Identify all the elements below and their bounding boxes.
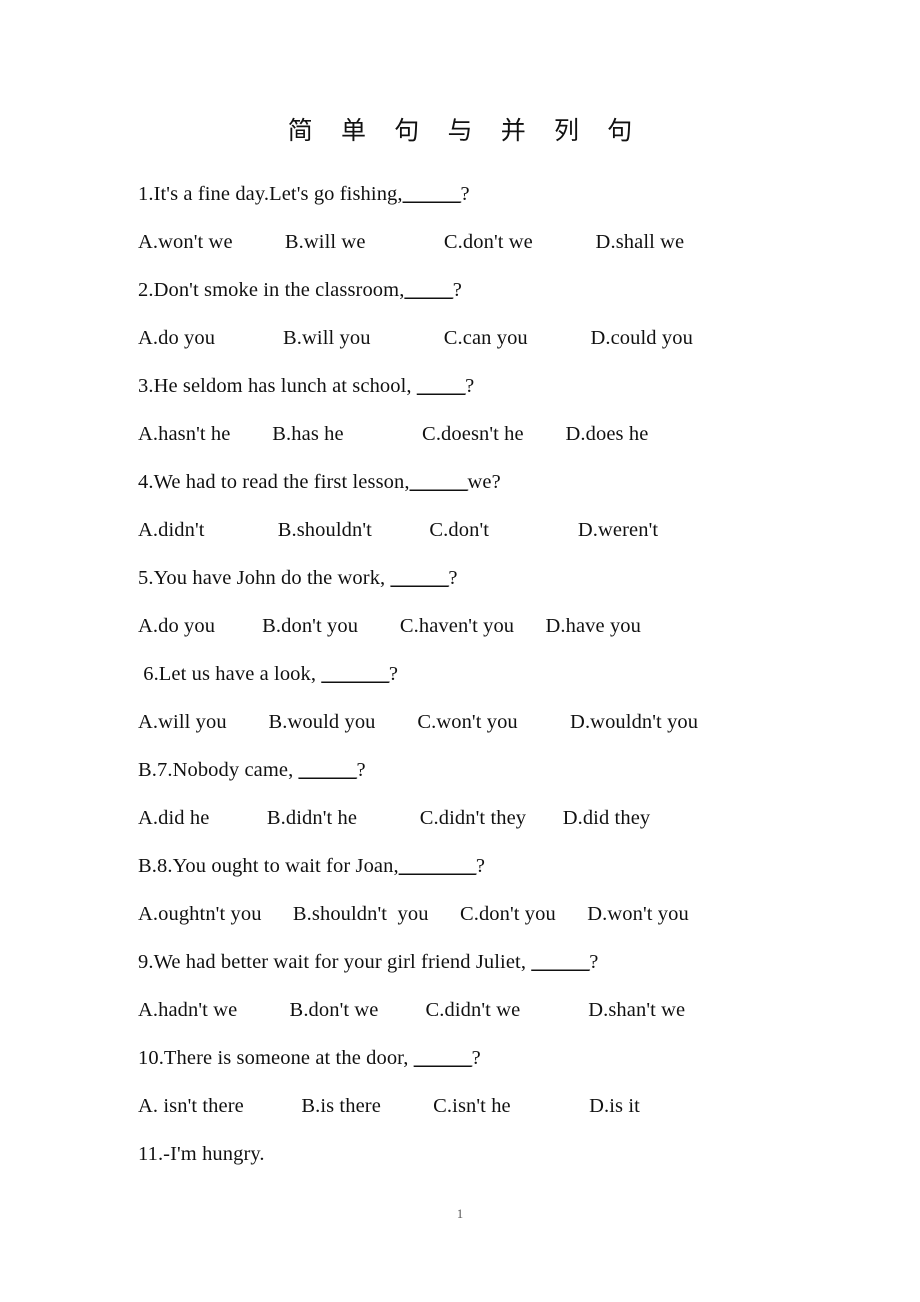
page-number: 1	[456, 1207, 464, 1221]
question-tail: ?	[465, 375, 475, 397]
question-tail: ?	[448, 567, 458, 589]
option-line: A.didn't B.shouldn't C.don't D.weren't	[138, 506, 878, 554]
option-text[interactable]: A.will you B.would you C.won't you D.wou…	[138, 711, 698, 733]
question-line: 10.There is someone at the door, ______?	[138, 1034, 878, 1082]
option-text[interactable]: A.did he B.didn't he C.didn't they D.did…	[138, 807, 650, 829]
option-text[interactable]: A.do you B.will you C.can you D.could yo…	[138, 327, 693, 349]
answer-blank[interactable]: ______	[391, 567, 450, 589]
option-line: A.won't we B.will we C.don't we D.shall …	[138, 218, 878, 266]
answer-blank[interactable]: ______	[299, 759, 358, 781]
question-line: 2.Don't smoke in the classroom,_____?	[138, 266, 878, 314]
answer-blank[interactable]: ______	[410, 471, 469, 493]
option-text[interactable]: A. isn't there B.is there C.isn't he D.i…	[138, 1095, 640, 1117]
exercise-list: 1.It's a fine day.Let's go fishing,_____…	[138, 170, 878, 1178]
answer-blank[interactable]: ________	[399, 855, 477, 877]
question-text: 4.We had to read the first lesson,	[138, 471, 410, 493]
option-text[interactable]: A.didn't B.shouldn't C.don't D.weren't	[138, 519, 658, 541]
question-text: 5.You have John do the work,	[138, 567, 391, 589]
question-line: 6.Let us have a look, _______?	[138, 650, 878, 698]
question-line: 3.He seldom has lunch at school, _____?	[138, 362, 878, 410]
question-line: B.8.You ought to wait for Joan,________?	[138, 842, 878, 890]
answer-blank[interactable]: ______	[414, 1047, 473, 1069]
question-tail: ?	[475, 855, 486, 877]
question-tail: we?	[467, 471, 501, 493]
question-text: 9.We had better wait for your girl frien…	[138, 951, 532, 973]
option-line: A.do you B.don't you C.haven't you D.hav…	[138, 602, 878, 650]
question-tail: ?	[589, 951, 599, 973]
question-text: 10.There is someone at the door,	[138, 1047, 414, 1069]
question-text: 11.-I'm hungry.	[138, 1143, 265, 1165]
option-text[interactable]: A.won't we B.will we C.don't we D.shall …	[138, 231, 684, 253]
question-text: B.8.You ought to wait for Joan,	[138, 855, 399, 877]
question-tail: ?	[452, 279, 462, 301]
question-text: B.7.Nobody came,	[138, 759, 299, 781]
question-line: 5.You have John do the work, ______?	[138, 554, 878, 602]
page-title: 简 单 句 与 并 列 句	[287, 118, 644, 145]
question-line: 11.-I'm hungry.	[138, 1130, 878, 1178]
answer-blank[interactable]: ______	[403, 183, 462, 205]
question-tail: ?	[471, 1047, 481, 1069]
option-text[interactable]: A.do you B.don't you C.haven't you D.hav…	[138, 615, 641, 637]
question-line: B.7.Nobody came, ______?	[138, 746, 878, 794]
question-text: 6.Let us have a look,	[138, 663, 322, 685]
question-tail: ?	[356, 759, 366, 781]
question-line: 9.We had better wait for your girl frien…	[138, 938, 878, 986]
answer-blank[interactable]: ______	[531, 951, 590, 973]
option-text[interactable]: A.oughtn't you B.shouldn't you C.don't y…	[138, 903, 689, 925]
option-line: A.oughtn't you B.shouldn't you C.don't y…	[138, 890, 878, 938]
question-line: 1.It's a fine day.Let's go fishing,_____…	[138, 170, 878, 218]
question-text: 3.He seldom has lunch at school,	[138, 375, 417, 397]
option-line: A.did he B.didn't he C.didn't they D.did…	[138, 794, 878, 842]
option-line: A.hadn't we B.don't we C.didn't we D.sha…	[138, 986, 878, 1034]
option-line: A.hasn't he B.has he C.doesn't he D.does…	[138, 410, 878, 458]
document-page: 简 单 句 与 并 列 句 1.It's a fine day.Let's go…	[0, 0, 920, 1302]
question-text: 2.Don't smoke in the classroom,	[138, 279, 405, 301]
answer-blank[interactable]: _____	[417, 375, 466, 397]
question-tail: ?	[388, 663, 399, 685]
answer-blank[interactable]: _____	[404, 279, 453, 301]
question-line: 4.We had to read the first lesson,______…	[138, 458, 878, 506]
question-text: 1.It's a fine day.Let's go fishing,	[138, 183, 403, 205]
option-text[interactable]: A.hadn't we B.don't we C.didn't we D.sha…	[138, 999, 685, 1021]
question-tail: ?	[460, 183, 470, 205]
option-text[interactable]: A.hasn't he B.has he C.doesn't he D.does…	[138, 423, 648, 445]
option-line: A.will you B.would you C.won't you D.wou…	[138, 698, 878, 746]
answer-blank[interactable]: _______	[321, 663, 389, 685]
option-line: A. isn't there B.is there C.isn't he D.i…	[138, 1082, 878, 1130]
option-line: A.do you B.will you C.can you D.could yo…	[138, 314, 878, 362]
